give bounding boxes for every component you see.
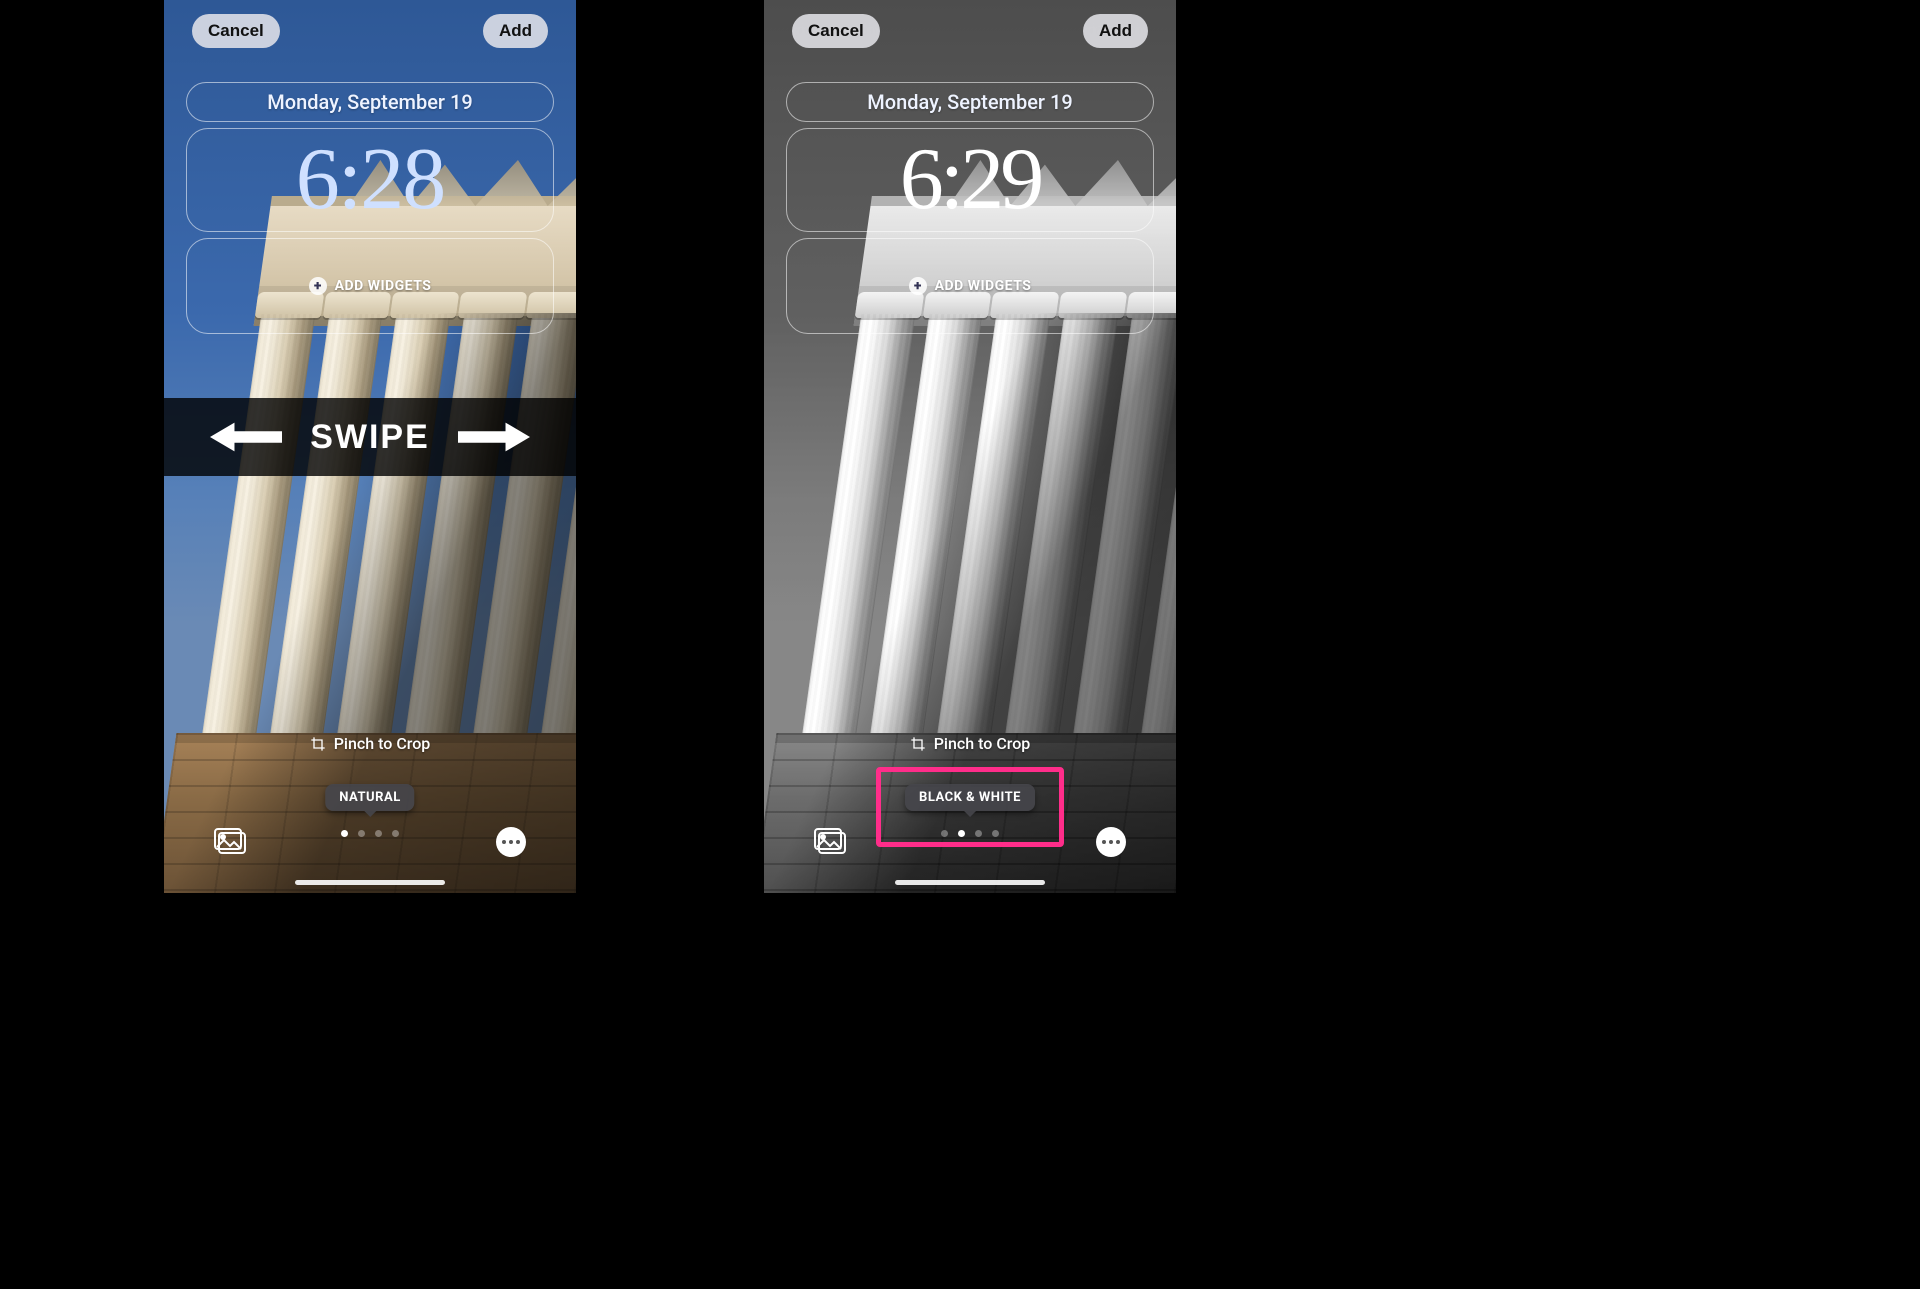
cancel-button[interactable]: Cancel bbox=[192, 14, 280, 48]
date-widget-slot[interactable]: Monday, September 19 bbox=[786, 82, 1154, 122]
lockscreen-editor-right: Cancel Add Monday, September 19 6:29 + A… bbox=[764, 0, 1176, 893]
pinch-label: Pinch to Crop bbox=[934, 734, 1031, 753]
add-widgets-label: ADD WIDGETS bbox=[335, 278, 432, 294]
date-label: Monday, September 19 bbox=[267, 90, 472, 114]
cancel-button[interactable]: Cancel bbox=[792, 14, 880, 48]
home-indicator[interactable] bbox=[295, 880, 445, 885]
comparison-stage: Cancel Add Monday, September 19 6:28 + A… bbox=[0, 0, 1920, 1289]
filter-name-pill: NATURAL bbox=[325, 784, 414, 811]
swipe-label: SWIPE bbox=[310, 418, 430, 457]
arrow-left-icon bbox=[210, 422, 282, 452]
add-widgets-slot[interactable]: + ADD WIDGETS bbox=[786, 238, 1154, 334]
add-widgets-label: ADD WIDGETS bbox=[935, 278, 1032, 294]
date-label: Monday, September 19 bbox=[867, 90, 1072, 114]
time-label: 6:29 bbox=[900, 136, 1040, 224]
more-options-button[interactable] bbox=[1096, 827, 1126, 857]
photos-icon[interactable] bbox=[814, 827, 848, 855]
filter-name-pill: BLACK & WHITE bbox=[905, 784, 1035, 811]
add-button[interactable]: Add bbox=[1083, 14, 1148, 48]
crop-icon bbox=[910, 736, 926, 752]
arrow-right-icon bbox=[458, 422, 530, 452]
pinch-label: Pinch to Crop bbox=[334, 734, 431, 753]
clock-widget-slot[interactable]: 6:28 bbox=[186, 128, 554, 232]
date-widget-slot[interactable]: Monday, September 19 bbox=[186, 82, 554, 122]
more-options-button[interactable] bbox=[496, 827, 526, 857]
crop-icon bbox=[310, 736, 326, 752]
pinch-to-crop-hint: Pinch to Crop bbox=[164, 734, 576, 753]
home-indicator[interactable] bbox=[895, 880, 1045, 885]
plus-circle-icon: + bbox=[309, 277, 327, 295]
lockscreen-editor-left: Cancel Add Monday, September 19 6:28 + A… bbox=[164, 0, 576, 893]
add-button[interactable]: Add bbox=[483, 14, 548, 48]
plus-circle-icon: + bbox=[909, 277, 927, 295]
swipe-instruction-overlay: SWIPE bbox=[164, 398, 576, 476]
clock-widget-slot[interactable]: 6:29 bbox=[786, 128, 1154, 232]
photos-icon[interactable] bbox=[214, 827, 248, 855]
add-widgets-slot[interactable]: + ADD WIDGETS bbox=[186, 238, 554, 334]
pinch-to-crop-hint: Pinch to Crop bbox=[764, 734, 1176, 753]
time-label: 6:28 bbox=[296, 136, 444, 224]
